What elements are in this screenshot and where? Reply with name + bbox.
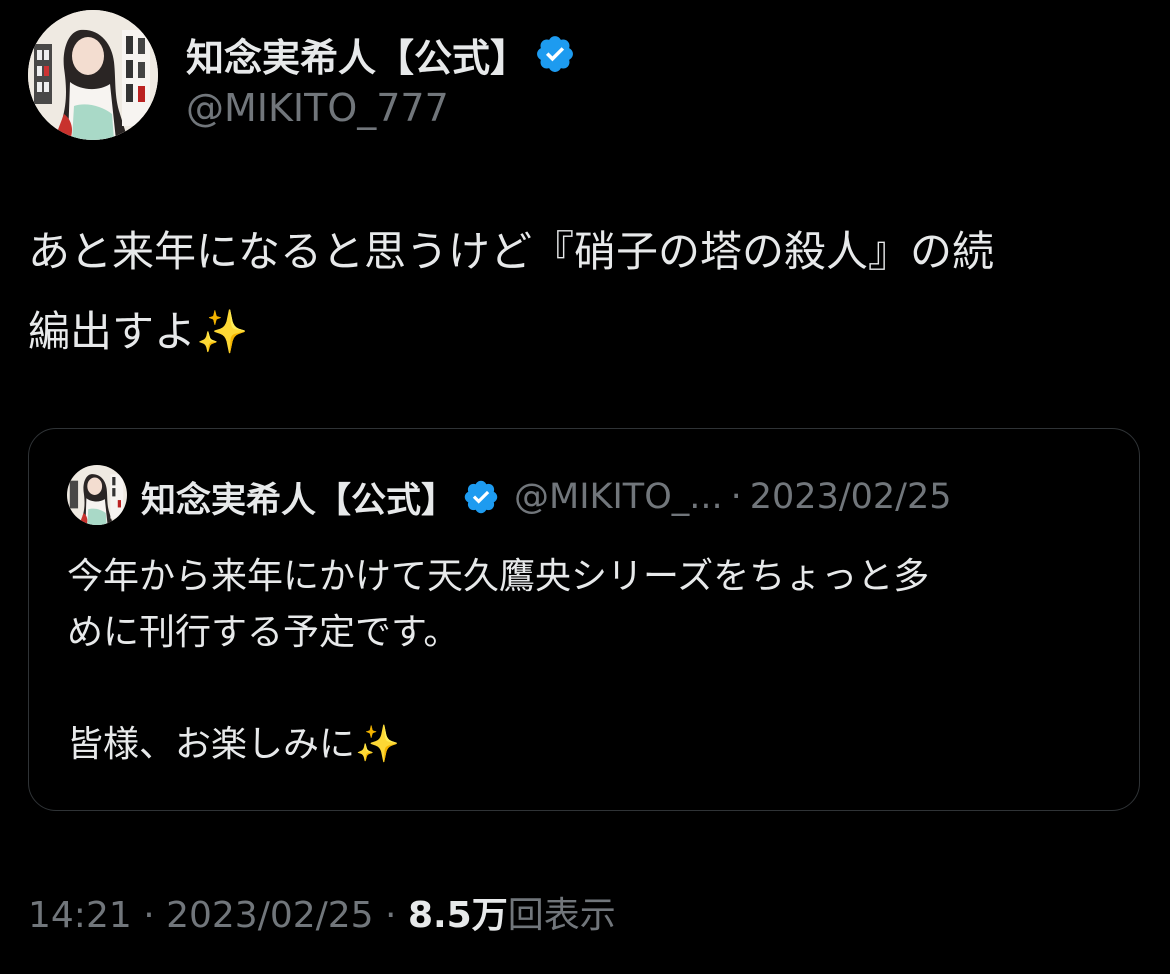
author-display-name[interactable]: 知念実希人【公式】	[186, 27, 528, 82]
quoted-author-display-name[interactable]: 知念実希人【公式】	[141, 472, 456, 523]
meta-separator: ·	[131, 895, 167, 936]
author-avatar[interactable]	[28, 10, 158, 140]
quoted-tweet-text: 今年から来年にかけて天久鷹央シリーズをちょっと多 めに刊行する予定です。 皆様、…	[67, 549, 1107, 773]
tweet-text-line: 編出すよ✨	[28, 307, 249, 356]
meta-separator: ·	[373, 895, 408, 936]
book-cover-avatar-icon	[28, 10, 158, 140]
quoted-text-blank-line	[67, 661, 1107, 717]
quoted-text-line: 今年から来年にかけて天久鷹央シリーズをちょっと多	[67, 556, 930, 597]
tweet-time[interactable]: 14:21	[28, 895, 132, 936]
tweet-text: あと来年になると思うけど『硝子の塔の殺人』の続 編出すよ✨	[28, 212, 1138, 372]
tweet-meta: 14:21 · 2023/02/25 · 8.5万回表示	[28, 886, 616, 938]
tweet-header: 知念実希人【公式】 @MIKITO_777	[28, 10, 1128, 150]
quoted-text-line: 皆様、お楽しみに✨	[67, 724, 400, 765]
tweet-text-line: あと来年になると思うけど『硝子の塔の殺人』の続	[28, 227, 995, 276]
quoted-tweet-date[interactable]: 2023/02/25	[750, 477, 952, 517]
quoted-text-line: めに刊行する予定です。	[67, 612, 460, 653]
author-handle[interactable]: @MIKITO_777	[186, 86, 449, 130]
quoted-tweet-header: 知念実希人【公式】 @MIKITO_... · 2023/02/25	[141, 469, 952, 525]
author-name-row[interactable]: 知念実希人【公式】	[186, 26, 576, 82]
quoted-author-handle[interactable]: @MIKITO_...	[514, 477, 723, 517]
quoted-author-avatar[interactable]	[67, 465, 127, 525]
book-cover-avatar-icon	[67, 465, 127, 525]
verified-badge-icon	[537, 36, 573, 72]
quoted-tweet-card[interactable]: 知念実希人【公式】 @MIKITO_... · 2023/02/25 今年から来…	[28, 428, 1140, 811]
verified-badge-icon	[464, 480, 498, 514]
separator-dot: ·	[730, 477, 742, 517]
views-label: 回表示	[507, 895, 616, 936]
tweet-date[interactable]: 2023/02/25	[166, 895, 374, 936]
views-count: 8.5万	[407, 895, 508, 936]
